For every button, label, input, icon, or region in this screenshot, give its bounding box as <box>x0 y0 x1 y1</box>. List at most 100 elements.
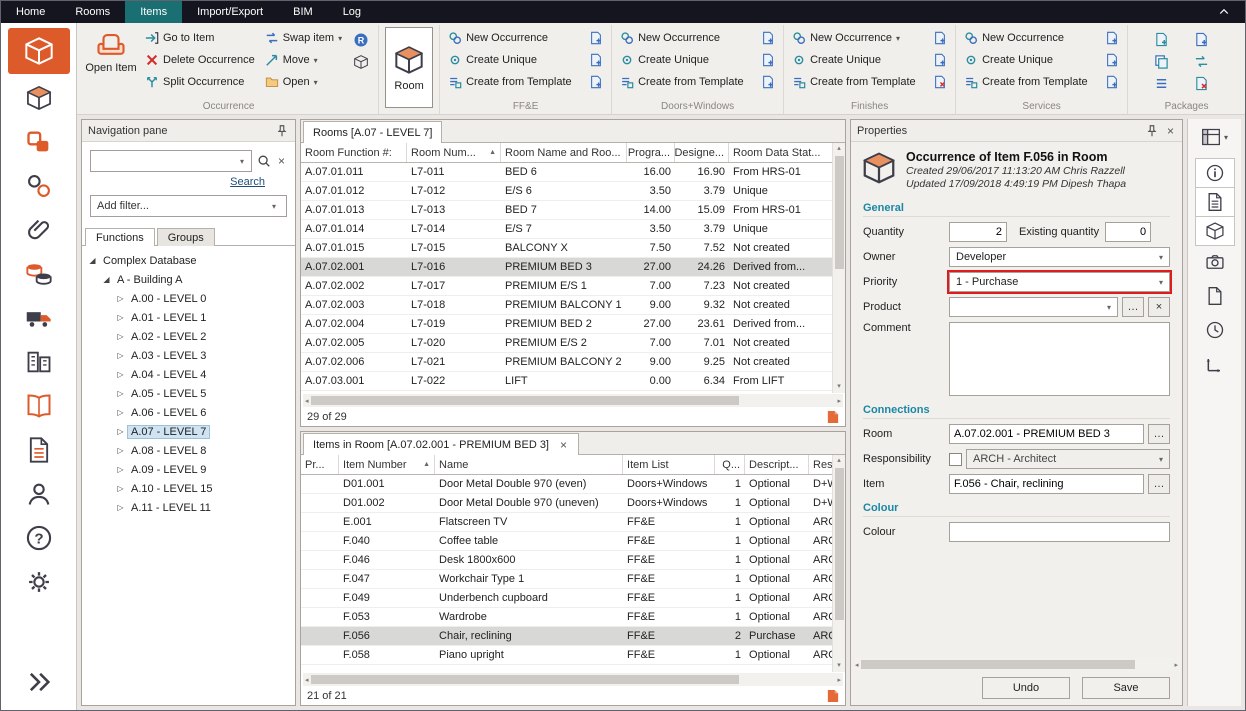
responsibility-checkbox[interactable] <box>949 453 962 466</box>
tree-item-a-04-level-4[interactable]: ▷A.04 - LEVEL 4 <box>84 365 293 384</box>
table-row[interactable]: A.07.02.001L7-016PREMIUM BED 327.0024.26… <box>301 258 832 277</box>
rooms-vertical-scrollbar[interactable]: ▴ ▾ <box>832 143 845 393</box>
pin-icon[interactable] <box>1145 124 1159 138</box>
items-in-room-tab[interactable]: Items in Room [A.07.02.001 - PREMIUM BED… <box>303 433 579 455</box>
reports-icon[interactable] <box>8 386 70 426</box>
scroll-down-icon[interactable]: ▾ <box>837 381 841 393</box>
ff-e-create-from-template-button[interactable]: Create from Template <box>446 71 605 93</box>
table-row[interactable]: A.07.01.015L7-015BALCONY X7.507.52Not cr… <box>301 239 832 258</box>
history-clock-icon[interactable] <box>1195 315 1235 345</box>
ff-e-create-unique-button[interactable]: Create Unique <box>446 49 605 71</box>
column-header-room-data-stat[interactable]: Room Data Stat... <box>729 143 845 162</box>
tree-item-a-07-level-7[interactable]: ▷A.07 - LEVEL 7 <box>84 422 293 441</box>
documents-icon[interactable] <box>8 430 70 470</box>
tree-item-a-building-a[interactable]: ◢A - Building A <box>84 270 293 289</box>
expand-arrow-icon[interactable]: ▷ <box>114 313 127 322</box>
scroll-thumb[interactable] <box>835 468 844 620</box>
scroll-right-icon[interactable]: ▸ <box>1174 661 1178 669</box>
table-row[interactable]: F.049Underbench cupboardFF&E1OptionalARC… <box>301 589 832 608</box>
copy-package-icon[interactable] <box>1154 54 1169 69</box>
scroll-up-icon[interactable]: ▴ <box>837 455 841 467</box>
colour-input[interactable] <box>949 522 1170 542</box>
item-box-icon[interactable] <box>8 78 70 118</box>
room-input[interactable] <box>949 424 1144 444</box>
expand-arrow-icon[interactable]: ▷ <box>114 503 127 512</box>
add-doc-icon[interactable] <box>761 75 775 89</box>
table-row[interactable]: A.07.01.012L7-012E/S 63.503.79Unique <box>301 182 832 201</box>
expand-arrow-icon[interactable]: ▷ <box>114 408 127 417</box>
report-icon[interactable] <box>827 410 839 424</box>
pin-icon[interactable] <box>275 124 289 138</box>
item-input[interactable] <box>949 474 1144 494</box>
help-icon[interactable]: ? <box>8 518 70 558</box>
scroll-left-icon[interactable]: ◂ <box>305 397 309 405</box>
swap-package-icon[interactable] <box>1194 54 1209 69</box>
rooms-horizontal-scrollbar[interactable]: ◂ ▸ <box>303 394 843 407</box>
open-button[interactable]: Open▾ <box>263 71 344 93</box>
add-doc-icon[interactable] <box>933 31 947 45</box>
delete-occurrence-button[interactable]: Delete Occurrence <box>143 49 257 71</box>
add-doc-icon[interactable] <box>589 53 603 67</box>
save-button[interactable]: Save <box>1082 677 1170 699</box>
expand-arrow-icon[interactable]: ▷ <box>114 484 127 493</box>
column-header-room-name-and-roo[interactable]: Room Name and Roo... <box>501 143 627 162</box>
tree-item-a-09-level-9[interactable]: ▷A.09 - LEVEL 9 <box>84 460 293 479</box>
comment-textarea[interactable] <box>949 322 1170 396</box>
tree-item-a-03-level-3[interactable]: ▷A.03 - LEVEL 3 <box>84 346 293 365</box>
search-link[interactable]: Search <box>230 176 265 188</box>
swap-item-button[interactable]: Swap item▾ <box>263 27 344 49</box>
table-layout-icon[interactable]: ▾ <box>1192 124 1238 150</box>
expand-icon[interactable] <box>8 662 70 702</box>
tree-item-a-00-level-0[interactable]: ▷A.00 - LEVEL 0 <box>84 289 293 308</box>
services-create-unique-button[interactable]: Create Unique <box>962 49 1121 71</box>
scroll-up-icon[interactable]: ▴ <box>837 143 841 155</box>
scroll-right-icon[interactable]: ▸ <box>837 397 841 405</box>
quantity-input[interactable] <box>949 222 1007 242</box>
add-doc-icon[interactable] <box>761 53 775 67</box>
table-row[interactable]: A.07.02.003L7-018PREMIUM BALCONY 19.009.… <box>301 296 832 315</box>
room-browse-button[interactable]: … <box>1148 424 1170 444</box>
owner-select[interactable]: Developer ▾ <box>949 247 1170 267</box>
box-3d-icon[interactable] <box>353 54 369 70</box>
sync-r-icon[interactable]: R <box>353 32 369 48</box>
chevron-down-icon[interactable]: ▾ <box>236 157 248 166</box>
table-row[interactable]: A.07.01.014L7-014E/S 73.503.79Unique <box>301 220 832 239</box>
ff-e-new-occurrence-button[interactable]: New Occurrence <box>446 27 605 49</box>
collapse-arrow-icon[interactable]: ◢ <box>100 275 113 284</box>
document-icon[interactable] <box>1195 281 1235 311</box>
table-row[interactable]: A.07.02.002L7-017PREMIUM E/S 17.007.23No… <box>301 277 832 296</box>
tree-item-a-10-level-15[interactable]: ▷A.10 - LEVEL 15 <box>84 479 293 498</box>
table-row[interactable]: F.040Coffee tableFF&E1OptionalARCH <box>301 532 832 551</box>
item-3d-icon[interactable] <box>1195 216 1235 246</box>
properties-horizontal-scrollbar[interactable]: ◂ ▸ <box>853 658 1180 671</box>
add-filter-dropdown[interactable]: Add filter... ▾ <box>90 195 287 217</box>
scroll-thumb[interactable] <box>311 675 740 684</box>
add-doc-icon[interactable] <box>1105 53 1119 67</box>
column-header-pr[interactable]: Pr... <box>301 455 339 474</box>
doors-windows-create-from-template-button[interactable]: Create from Template <box>618 71 777 93</box>
delete-package-icon[interactable] <box>1194 76 1209 91</box>
link-icon[interactable] <box>8 166 70 206</box>
menu-tab-import-export[interactable]: Import/Export <box>182 1 278 23</box>
column-header-room-function[interactable]: Room Function #: <box>301 143 407 162</box>
table-row[interactable]: D01.002Door Metal Double 970 (uneven)Doo… <box>301 494 832 513</box>
tree-item-a-11-level-11[interactable]: ▷A.11 - LEVEL 11 <box>84 498 293 517</box>
expand-arrow-icon[interactable]: ▷ <box>114 351 127 360</box>
package-list-icon[interactable] <box>1154 76 1169 91</box>
scroll-right-icon[interactable]: ▸ <box>837 676 841 684</box>
table-row[interactable]: A.07.01.013L7-013BED 714.0015.09From HRS… <box>301 201 832 220</box>
nav-tab-groups[interactable]: Groups <box>157 228 215 246</box>
attachments-icon[interactable] <box>8 210 70 250</box>
add-doc-icon[interactable] <box>589 31 603 45</box>
tree-item-a-02-level-2[interactable]: ▷A.02 - LEVEL 2 <box>84 327 293 346</box>
close-icon[interactable]: × <box>1165 125 1176 137</box>
add-doc-icon[interactable] <box>1105 75 1119 89</box>
responsibility-select[interactable]: ARCH - Architect ▾ <box>966 449 1170 469</box>
column-header-progra[interactable]: Progra... <box>627 143 675 162</box>
menu-tab-rooms[interactable]: Rooms <box>60 1 125 23</box>
column-header-descript[interactable]: Descript... <box>745 455 809 474</box>
rooms-tab[interactable]: Rooms [A.07 - LEVEL 7] <box>303 121 442 143</box>
table-row[interactable]: A.07.03.001L7-022LIFT0.006.34From LIFT <box>301 372 832 391</box>
settings-icon[interactable] <box>8 562 70 602</box>
expand-arrow-icon[interactable]: ▷ <box>114 294 127 303</box>
